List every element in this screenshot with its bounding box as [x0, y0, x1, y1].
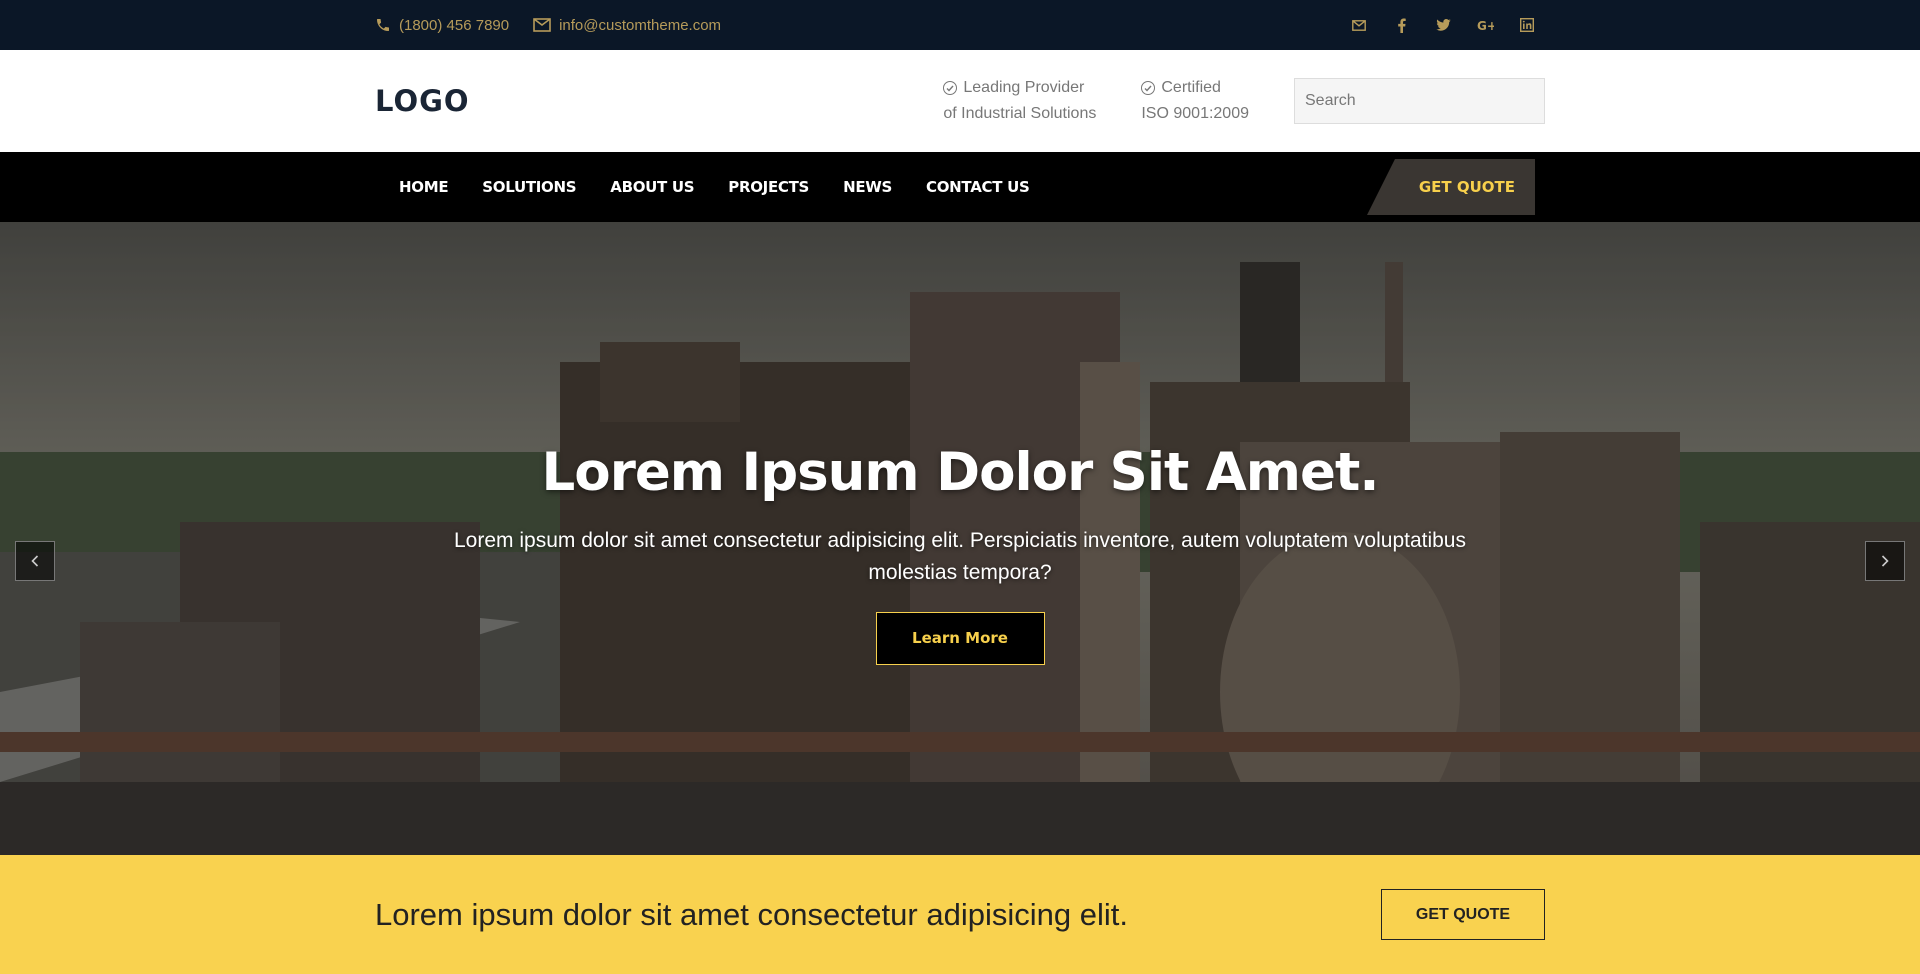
facebook-icon[interactable]: [1391, 15, 1411, 35]
get-quote-label: GET QUOTE: [1418, 178, 1515, 196]
mail-icon: [533, 18, 551, 32]
phone-icon: [377, 19, 389, 31]
phone-contact[interactable]: (1800) 456 7890: [375, 17, 509, 34]
twitter-icon[interactable]: [1433, 15, 1453, 35]
social-links: G+: [1349, 15, 1537, 35]
hero-slider: Lorem Ipsum Dolor Sit Amet. Lorem ipsum …: [0, 222, 1920, 855]
search-input[interactable]: [1294, 78, 1545, 124]
cta-text: Lorem ipsum dolor sit amet consectetur a…: [375, 896, 1128, 932]
nav-item-about-us[interactable]: ABOUT US: [610, 178, 694, 196]
nav-item-home[interactable]: HOME: [399, 178, 449, 196]
cta-band: Lorem ipsum dolor sit amet consectetur a…: [0, 855, 1920, 974]
nav-item-projects[interactable]: PROJECTS: [728, 178, 809, 196]
nav-item-news[interactable]: NEWS: [843, 178, 892, 196]
info-certified: Certified ISO 9001:2009: [1141, 75, 1249, 127]
check-circle-icon: [1141, 81, 1156, 95]
get-quote-button[interactable]: GET QUOTE: [1381, 889, 1545, 940]
info-leading-provider: Leading Provider of Industrial Solutions: [943, 75, 1096, 127]
google-plus-icon[interactable]: G+: [1475, 15, 1495, 35]
info-line2: of Industrial Solutions: [943, 105, 1097, 122]
linkedin-icon[interactable]: [1517, 15, 1537, 35]
phone-number: (1800) 456 7890: [399, 16, 510, 34]
main-nav: HOME SOLUTIONS ABOUT US PROJECTS NEWS CO…: [0, 152, 1920, 222]
top-bar: (1800) 456 7890 info@customtheme.com G+: [0, 0, 1920, 50]
check-circle-icon: [943, 81, 958, 95]
site-logo[interactable]: LOGO: [375, 84, 470, 118]
hero-subtitle: Lorem ipsum dolor sit amet consectetur a…: [454, 529, 1466, 584]
nav-item-solutions[interactable]: SOLUTIONS: [482, 178, 576, 196]
nav-item-contact-us[interactable]: CONTACT US: [926, 178, 1030, 196]
svg-text:G+: G+: [1477, 19, 1494, 31]
info-line1: Certified: [1161, 79, 1221, 96]
hero-content: Lorem Ipsum Dolor Sit Amet. Lorem ipsum …: [0, 442, 1920, 665]
email-address: info@customtheme.com: [559, 16, 722, 34]
hero-title: Lorem Ipsum Dolor Sit Amet.: [541, 442, 1380, 503]
info-line1: Leading Provider: [963, 79, 1085, 96]
nav-menu: HOME SOLUTIONS ABOUT US PROJECTS NEWS CO…: [375, 178, 1063, 196]
email-contact[interactable]: info@customtheme.com: [533, 17, 721, 34]
mail-icon[interactable]: [1349, 15, 1369, 35]
contact-info: (1800) 456 7890 info@customtheme.com: [375, 17, 721, 34]
learn-more-button[interactable]: Learn More: [875, 612, 1045, 665]
info-line2: ISO 9001:2009: [1141, 105, 1249, 122]
get-quote-nav-button[interactable]: GET QUOTE: [1367, 159, 1535, 215]
site-header: LOGO Leading Provider of Industrial Solu…: [0, 50, 1920, 152]
